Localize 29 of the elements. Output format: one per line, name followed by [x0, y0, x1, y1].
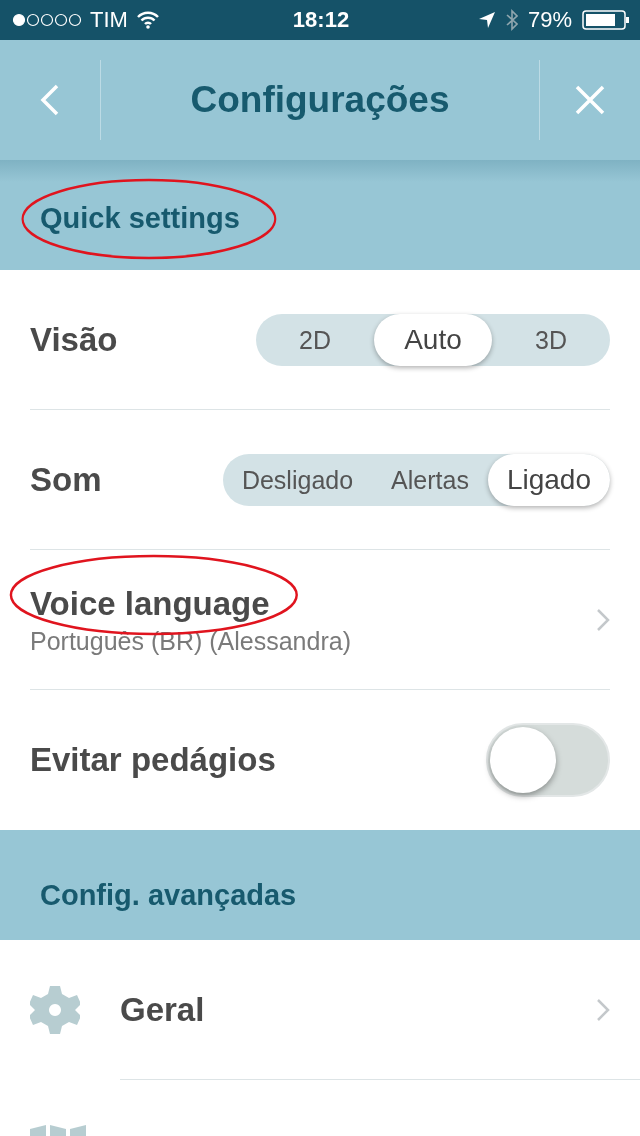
carrier-name: TIM — [90, 7, 128, 33]
setting-label: Geral — [120, 991, 205, 1028]
section-title: Quick settings — [40, 201, 240, 234]
chevron-right-icon — [596, 608, 610, 632]
bluetooth-icon — [505, 9, 518, 31]
section-title: Config. avançadas — [40, 878, 297, 911]
chevron-right-icon — [596, 998, 610, 1022]
toggle-switch[interactable] — [486, 723, 610, 797]
segment-option[interactable]: 2D — [256, 314, 374, 366]
segment-option[interactable]: Auto — [374, 314, 492, 366]
signal-icon — [12, 13, 82, 27]
setting-label: Voice language — [30, 584, 270, 622]
wifi-icon — [135, 11, 160, 29]
setting-label: Som — [30, 461, 102, 498]
segment-option[interactable]: Ligado — [487, 454, 610, 506]
segment-option[interactable]: Alertas — [372, 454, 488, 506]
setting-label: Evitar pedágios — [30, 741, 276, 778]
gear-icon — [30, 984, 80, 1036]
close-icon — [575, 85, 605, 115]
back-icon — [40, 84, 60, 116]
settings-row[interactable]: Geral — [0, 940, 640, 1080]
clock-time: 18:12 — [292, 7, 350, 33]
screen-title: Configurações — [189, 79, 451, 121]
battery-percentage: 79% — [527, 7, 572, 33]
battery-icon — [582, 10, 630, 30]
setting-label: Visão — [30, 321, 118, 358]
segment-option[interactable]: 3D — [492, 314, 610, 366]
segment-option[interactable]: Desligado — [222, 454, 373, 506]
location-arrow-icon — [477, 11, 496, 29]
